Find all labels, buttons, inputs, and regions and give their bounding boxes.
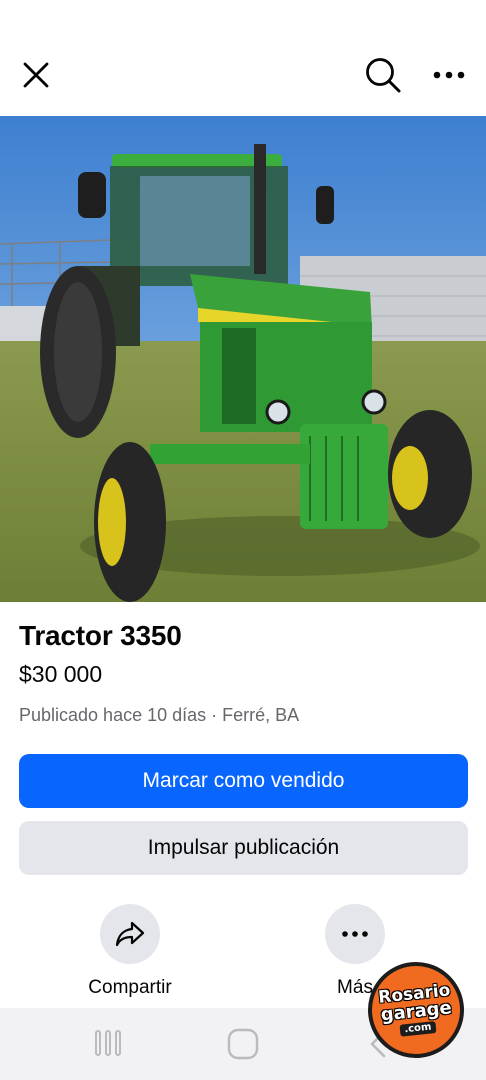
search-button[interactable] bbox=[362, 54, 404, 96]
boost-listing-button[interactable]: Impulsar publicación bbox=[19, 821, 468, 875]
close-icon bbox=[23, 62, 49, 88]
more-horizontal-icon bbox=[433, 71, 465, 79]
home-button[interactable] bbox=[226, 1028, 260, 1060]
listing-price: $30 000 bbox=[19, 661, 103, 687]
mark-sold-button[interactable]: Marcar como vendido bbox=[19, 754, 468, 808]
share-label: Compartir bbox=[88, 977, 172, 998]
home-icon bbox=[227, 1028, 259, 1060]
more-options-button[interactable] bbox=[428, 58, 470, 92]
recent-apps-button[interactable] bbox=[90, 1028, 126, 1058]
top-bar bbox=[0, 0, 486, 116]
more-horizontal-icon bbox=[342, 931, 368, 937]
close-button[interactable] bbox=[16, 55, 56, 95]
share-button[interactable] bbox=[100, 904, 160, 964]
watermark-line2: garage bbox=[379, 996, 453, 1026]
watermark-line3: .com bbox=[399, 1020, 436, 1037]
share-icon bbox=[115, 921, 145, 947]
more-label: Más bbox=[337, 977, 373, 998]
more-button[interactable] bbox=[325, 904, 385, 964]
share-action[interactable]: Compartir bbox=[70, 904, 190, 999]
listing-meta: Publicado hace 10 días · Ferré, BA bbox=[19, 705, 300, 725]
listing-photo[interactable] bbox=[0, 116, 486, 602]
recent-apps-icon bbox=[95, 1030, 121, 1056]
listing-title: Tractor 3350 bbox=[19, 620, 182, 651]
tractor-image bbox=[0, 116, 486, 602]
search-icon bbox=[366, 58, 401, 93]
